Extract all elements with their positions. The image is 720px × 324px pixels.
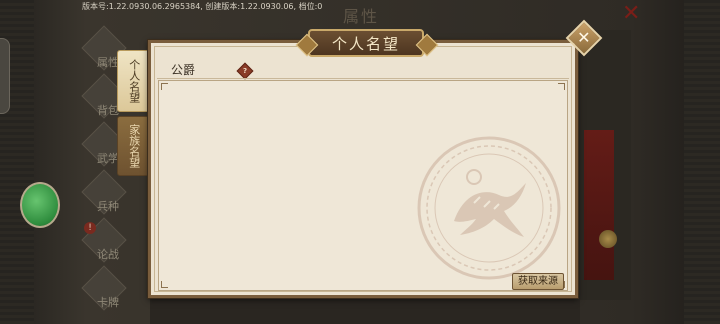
tiger-seal-watermark [417,136,561,280]
green-orb-button[interactable] [20,182,60,228]
version-text: 版本号:1.22.0930.06.2965384, 创建版本:1.22.0930… [82,2,323,11]
character-figure [584,130,614,280]
nav-item-troops[interactable]: 兵种 [76,169,136,224]
rank-label: 公爵 [171,63,196,77]
modal-title-text: 个人名望 [331,35,400,53]
corner-ornament [558,83,565,90]
coin-icon [599,230,617,248]
side-drawer-handle[interactable] [0,38,10,114]
alert-icon: ! [84,222,96,234]
background-title: 属性 [343,7,380,26]
bottom-bar [150,296,580,324]
nav-item-cards[interactable]: 卡牌 [76,265,136,320]
corner-ornament [161,281,168,288]
close-icon: ✕ [577,28,591,47]
tab-personal-reputation[interactable]: 个人名望 [117,50,151,112]
reputation-modal: 个人名望 ✕ 公爵 ? 获取来源 [148,19,603,298]
tab-family-reputation[interactable]: 家族名望 [117,116,151,176]
nav-label: 卡牌 [97,296,119,309]
modal-title: 个人名望 [308,29,424,57]
nav-label: 兵种 [97,200,119,213]
divider [157,78,569,79]
left-edge [0,0,34,324]
right-edge [684,0,720,324]
corner-ornament [161,83,168,90]
nav-label: 论战 [97,248,119,261]
help-glyph: ? [242,67,248,75]
close-x-icon[interactable]: ✕ [622,2,640,26]
nav-item-debate[interactable]: ! 论战 [76,217,136,272]
source-button[interactable]: 获取来源 [512,273,564,290]
